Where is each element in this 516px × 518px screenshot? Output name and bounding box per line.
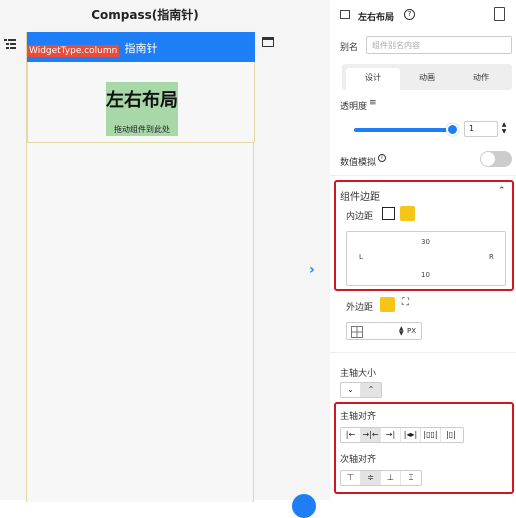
layout-icon — [340, 10, 350, 19]
margin-label: 外边距 — [346, 303, 374, 313]
drop-hint: 拖动组件到此处 — [114, 125, 170, 134]
row-layout-title: 左右布局 — [106, 90, 178, 111]
menu-icon[interactable]: ≡ — [369, 98, 377, 108]
alias-label: 别名 — [340, 43, 359, 53]
main-align-label: 主轴对齐 — [340, 412, 377, 422]
alias-input[interactable]: 组件别名内容 — [366, 36, 512, 54]
expand-icon[interactable]: ⛶ — [402, 297, 409, 308]
margin-input[interactable]: ▲ ▼ PX — [346, 322, 422, 340]
toggle-knob — [481, 152, 495, 166]
spacing-section-title: 组件边距 — [340, 192, 380, 203]
padding-editor[interactable]: 30 L R 10 — [346, 231, 506, 286]
opacity-label: 透明度 — [340, 102, 368, 112]
opacity-slider-thumb[interactable] — [446, 123, 459, 136]
main-size-label: 主轴大小 — [340, 369, 377, 379]
cross-align-label: 次轴对齐 — [340, 455, 377, 465]
cross-align-bottom-icon[interactable]: ⊥ — [381, 471, 401, 485]
margin-stepper[interactable]: ▲ ▼ — [399, 326, 404, 337]
padding-bottom[interactable]: 10 — [421, 271, 430, 279]
main-size-min-icon[interactable]: ⌄ — [341, 383, 361, 397]
cross-align-top-icon[interactable]: ⊤ — [341, 471, 361, 485]
opacity-input[interactable]: 1 — [464, 121, 498, 137]
padding-top[interactable]: 30 — [421, 238, 430, 246]
cross-align-center-icon[interactable]: ≑ — [361, 471, 381, 485]
cross-align-group: ⊤ ≑ ⊥ ⌶ — [340, 470, 422, 486]
margin-uniform-button[interactable] — [380, 297, 395, 312]
editor-canvas: Compass(指南针) 指南针 WidgetType.column 左右布局 … — [0, 0, 330, 518]
row-layout-widget[interactable]: 左右布局 拖动组件到此处 — [106, 82, 178, 136]
padding-label: 内边距 — [346, 212, 374, 222]
padding-left[interactable]: L — [359, 253, 363, 261]
simulate-toggle[interactable] — [480, 151, 512, 167]
opacity-slider-track[interactable] — [354, 128, 450, 132]
grid-icon — [351, 326, 363, 338]
floating-action-button[interactable] — [292, 494, 316, 518]
divider — [330, 352, 516, 353]
align-end-icon[interactable]: →| — [381, 428, 401, 442]
column-drop-area[interactable]: 左右布局 拖动组件到此处 — [27, 62, 255, 143]
panel-title: 左右布局 — [358, 13, 395, 23]
margin-unit[interactable]: PX — [407, 327, 416, 335]
app-title: Compass(指南针) — [91, 8, 199, 22]
space-around-icon[interactable]: |▯▯| — [421, 428, 441, 442]
chevron-up-icon[interactable]: ⌃ — [498, 186, 506, 196]
main-size-max-icon[interactable]: ⌃ — [361, 383, 381, 397]
help-icon[interactable]: ? — [404, 9, 415, 20]
padding-individual-button[interactable] — [400, 206, 415, 221]
padding-uniform-button[interactable] — [382, 207, 395, 220]
simulate-label: 数值模拟 — [340, 158, 377, 168]
space-between-icon[interactable]: |◂▸| — [401, 428, 421, 442]
tab-animation[interactable]: 动画 — [400, 68, 454, 90]
window-icon[interactable] — [262, 37, 274, 47]
panel-tabs: 设计 动画 动作 — [342, 64, 512, 90]
tab-action[interactable]: 动作 — [454, 68, 508, 90]
cross-align-stretch-icon[interactable]: ⌶ — [401, 471, 421, 485]
padding-right[interactable]: R — [489, 253, 494, 261]
align-center-icon[interactable]: →|← — [361, 428, 381, 442]
opacity-stepper[interactable]: ▲ ▼ — [498, 121, 510, 137]
divider — [330, 175, 516, 176]
tab-design[interactable]: 设计 — [346, 68, 400, 90]
chevron-right-icon[interactable]: › — [309, 262, 315, 278]
widget-tree-icon[interactable] — [4, 38, 16, 50]
main-align-group: |← →|← →| |◂▸| |▯▯| |▯| — [340, 427, 464, 443]
main-size-group: ⌄ ⌃ — [340, 382, 382, 398]
app-bar[interactable]: 指南针 WidgetType.column — [27, 32, 255, 62]
property-panel: 左右布局 ? 别名 组件别名内容 设计 动画 动作 透明度 ≡ 1 ▲ ▼ 数值模… — [330, 0, 516, 500]
settings-icon[interactable] — [494, 7, 505, 21]
align-start-icon[interactable]: |← — [341, 428, 361, 442]
info-icon[interactable]: i — [378, 154, 386, 162]
phone-preview: 指南针 WidgetType.column 左右布局 拖动组件到此处 — [26, 32, 255, 502]
space-evenly-icon[interactable]: |▯| — [441, 428, 461, 442]
widget-type-tag: WidgetType.column — [27, 45, 120, 57]
